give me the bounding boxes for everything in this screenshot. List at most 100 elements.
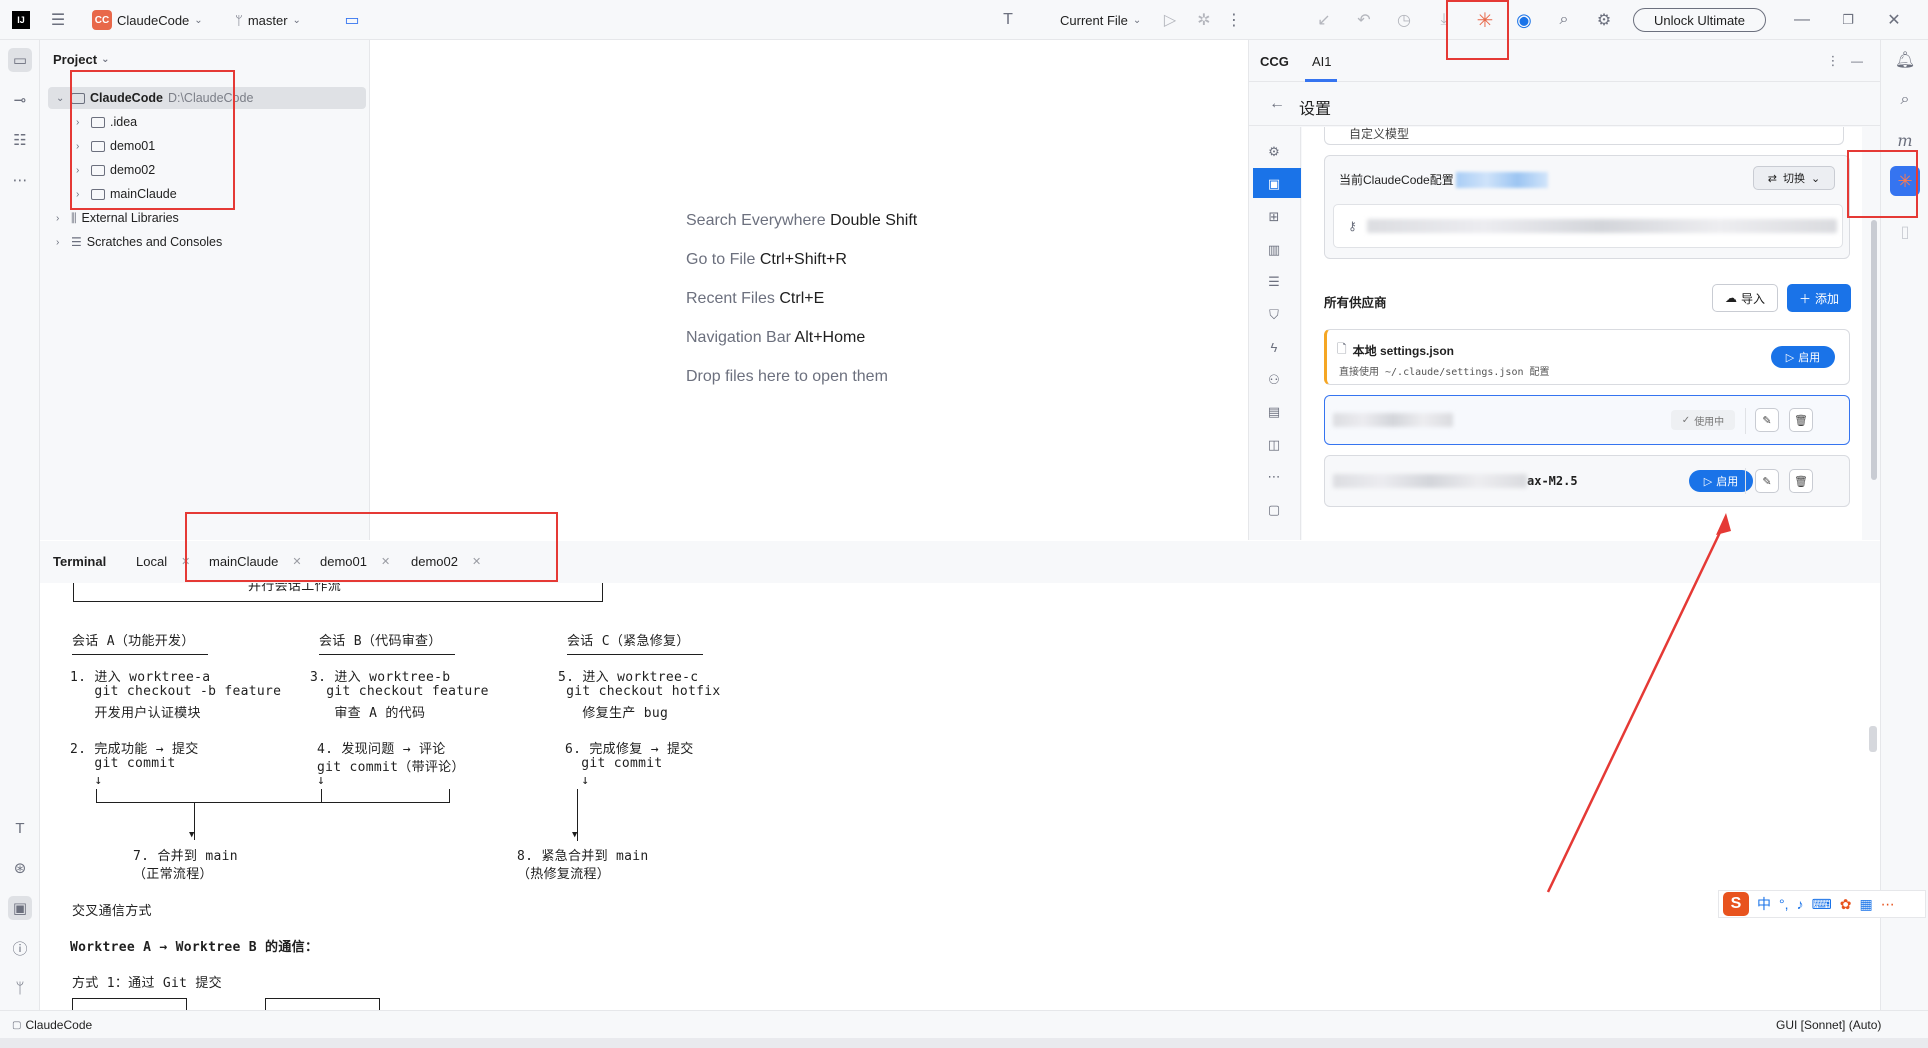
close-icon[interactable]: ✕ bbox=[472, 555, 481, 568]
build-hammer-icon[interactable]: T bbox=[998, 10, 1018, 30]
folder-icon[interactable]: ▭ bbox=[342, 10, 362, 30]
microphone-icon[interactable]: ♪ bbox=[1797, 896, 1804, 912]
chat-icon[interactable]: ▢ bbox=[1252, 496, 1296, 524]
folder-label: .idea bbox=[110, 115, 138, 129]
archive-icon[interactable]: ▤ bbox=[1252, 398, 1296, 426]
close-icon[interactable]: ✕ bbox=[181, 555, 190, 568]
debug-icon[interactable]: ✲ bbox=[1194, 10, 1214, 30]
gear-icon[interactable]: ⚙ bbox=[1594, 10, 1614, 30]
provider-card-local[interactable]: 🗋 本地 settings.json 直接使用 ~/.claude/settin… bbox=[1324, 329, 1850, 385]
keyboard-icon[interactable]: ⌨ bbox=[1812, 896, 1832, 913]
claude-spark-icon[interactable]: ✳ bbox=[1474, 9, 1496, 32]
project-switcher[interactable]: CC ClaudeCode ⌄ bbox=[92, 8, 203, 32]
close-icon[interactable]: ✕ bbox=[381, 555, 390, 568]
tree-scratches[interactable]: › ☰ Scratches and Consoles bbox=[56, 231, 222, 253]
punctuation-icon[interactable]: °, bbox=[1779, 896, 1789, 912]
more-icon[interactable]: ⋯ bbox=[1252, 463, 1296, 491]
search-icon[interactable]: ⌕ bbox=[1554, 10, 1574, 30]
terminal-tab-mainclaude[interactable]: mainClaude ✕ bbox=[209, 554, 302, 569]
terminal-title: Terminal bbox=[53, 554, 107, 569]
settings-scrollbar[interactable] bbox=[1871, 220, 1877, 480]
edit-icon[interactable]: ✎ bbox=[1755, 408, 1779, 432]
tree-external-libraries[interactable]: › ⫼ External Libraries bbox=[56, 207, 179, 229]
restore-icon[interactable]: ❐ bbox=[1838, 10, 1858, 30]
chevron-right-icon: › bbox=[76, 188, 80, 200]
download-icon[interactable]: ⤓ bbox=[1434, 10, 1454, 30]
history-icon[interactable]: ◷ bbox=[1394, 10, 1414, 30]
tree-root[interactable]: ⌄ ClaudeCode D:\ClaudeCode bbox=[56, 87, 253, 109]
enable-button[interactable]: ▷ 启用 bbox=[1771, 346, 1835, 368]
tree-folder-idea[interactable]: › .idea bbox=[76, 111, 137, 133]
structure-icon[interactable]: ☷ bbox=[8, 128, 32, 152]
arrow-diagonal-icon[interactable]: ↙ bbox=[1314, 10, 1334, 30]
ai-assistant-icon[interactable]: ◉ bbox=[1514, 10, 1534, 30]
menu-icon[interactable]: ⋯ bbox=[1881, 896, 1895, 913]
grid-icon[interactable]: ⊞ bbox=[1252, 203, 1296, 231]
chart-icon[interactable]: ▥ bbox=[1252, 236, 1296, 264]
commit-icon[interactable]: ⊸ bbox=[8, 88, 32, 112]
provider-card-minimax[interactable]: ax-M2.5 ▷ 启用 ✎ 🗑 bbox=[1324, 455, 1850, 507]
problems-icon[interactable]: ⓘ bbox=[8, 936, 32, 960]
tree-folder-demo01[interactable]: › demo01 bbox=[76, 135, 155, 157]
trash-icon[interactable]: 🗑 bbox=[1789, 408, 1813, 432]
terminal-scrollbar[interactable] bbox=[1869, 726, 1877, 752]
terminal-tab-demo02[interactable]: demo02 ✕ bbox=[411, 554, 481, 569]
switch-button[interactable]: ⇄ 切换 ⌄ bbox=[1753, 166, 1835, 190]
edit-icon[interactable]: ✎ bbox=[1755, 469, 1779, 493]
enable-button[interactable]: ▷ 启用 bbox=[1689, 470, 1753, 492]
ime-mode-label[interactable]: 中 bbox=[1757, 894, 1771, 914]
import-button[interactable]: ☁ 导入 bbox=[1712, 284, 1778, 312]
project-tool-icon[interactable]: ▭ bbox=[8, 48, 32, 72]
minimize-icon[interactable]: — bbox=[1792, 10, 1812, 30]
b-line: 4. 发现问题 → 评论 bbox=[317, 742, 446, 757]
run-icon[interactable]: ▷ bbox=[1160, 10, 1180, 30]
underline bbox=[72, 654, 208, 655]
skin-icon[interactable]: ✿ bbox=[1840, 896, 1852, 913]
tab-ccg[interactable]: CCG bbox=[1260, 54, 1289, 69]
more-tools-icon[interactable]: ⋯ bbox=[8, 168, 32, 192]
tab-ai1[interactable]: AI1 bbox=[1312, 54, 1332, 69]
provider-card-active[interactable]: ✓ 使用中 ✎ 🗑 bbox=[1324, 395, 1850, 445]
hide-panel-icon[interactable]: — bbox=[1850, 52, 1864, 70]
project-panel-header[interactable]: Project ⌄ bbox=[53, 52, 109, 67]
close-icon[interactable]: ✕ bbox=[1884, 10, 1904, 30]
status-project[interactable]: ▢ ClaudeCode bbox=[12, 1018, 92, 1032]
list-icon[interactable]: ☰ bbox=[1252, 268, 1296, 296]
more-actions-icon[interactable]: ⋮ bbox=[1226, 10, 1242, 30]
build-icon[interactable]: T bbox=[8, 816, 32, 840]
tree-folder-demo02[interactable]: › demo02 bbox=[76, 159, 155, 181]
user-icon[interactable]: ⚇ bbox=[1252, 366, 1296, 394]
back-arrow-icon[interactable]: ← bbox=[1267, 94, 1287, 114]
book-icon[interactable]: ◫ bbox=[1252, 431, 1296, 459]
project-panel: Project ⌄ ⌄ ClaudeCode D:\ClaudeCode › .… bbox=[40, 40, 370, 540]
notifications-bell-icon[interactable]: 🔔︎ bbox=[1895, 50, 1915, 70]
main-menu-icon[interactable]: ☰ bbox=[48, 10, 68, 30]
git-icon[interactable]: ᛘ bbox=[8, 976, 32, 1000]
claude-spark-icon[interactable]: ✳ bbox=[1890, 166, 1920, 196]
apps-grid-icon[interactable]: ▦ bbox=[1859, 896, 1872, 913]
ide-logo[interactable]: IJ bbox=[12, 11, 30, 29]
shield-icon[interactable]: ⛉ bbox=[1252, 301, 1296, 329]
gear-icon[interactable]: ⚙ bbox=[1252, 138, 1296, 166]
branch-switcher[interactable]: ᛘ master ⌄ bbox=[235, 8, 301, 32]
ai-chat-icon[interactable]: ⌕ bbox=[1895, 90, 1915, 110]
close-icon[interactable]: ✕ bbox=[292, 555, 301, 568]
terminal-tool-icon[interactable]: ▣ bbox=[8, 896, 32, 920]
run-config-selector[interactable]: Current File ⌄ bbox=[1060, 8, 1141, 32]
status-model[interactable]: GUI [Sonnet] (Auto) bbox=[1776, 1018, 1881, 1032]
maven-icon[interactable]: m bbox=[1895, 130, 1915, 150]
services-icon[interactable]: ⊛ bbox=[8, 856, 32, 880]
undo-icon[interactable]: ↶ bbox=[1354, 10, 1374, 30]
trash-icon[interactable]: 🗑 bbox=[1789, 469, 1813, 493]
terminal-tab-demo01[interactable]: demo01 ✕ bbox=[320, 554, 390, 569]
lightning-icon[interactable]: ϟ bbox=[1252, 333, 1296, 361]
add-provider-button[interactable]: ＋ 添加 bbox=[1787, 284, 1851, 312]
more-options-icon[interactable]: ⋮ bbox=[1826, 52, 1840, 70]
document-icon[interactable]: ▯ bbox=[1895, 222, 1915, 242]
tree-folder-mainclaude[interactable]: › mainClaude bbox=[76, 183, 177, 205]
merge-main-line: （正常流程） bbox=[133, 867, 213, 882]
terminal-tab-local[interactable]: Local ✕ bbox=[136, 554, 190, 569]
c-line: git commit bbox=[565, 756, 663, 771]
provider-config-icon[interactable]: ▣ bbox=[1252, 170, 1296, 198]
unlock-ultimate-button[interactable]: Unlock Ultimate bbox=[1633, 8, 1766, 32]
